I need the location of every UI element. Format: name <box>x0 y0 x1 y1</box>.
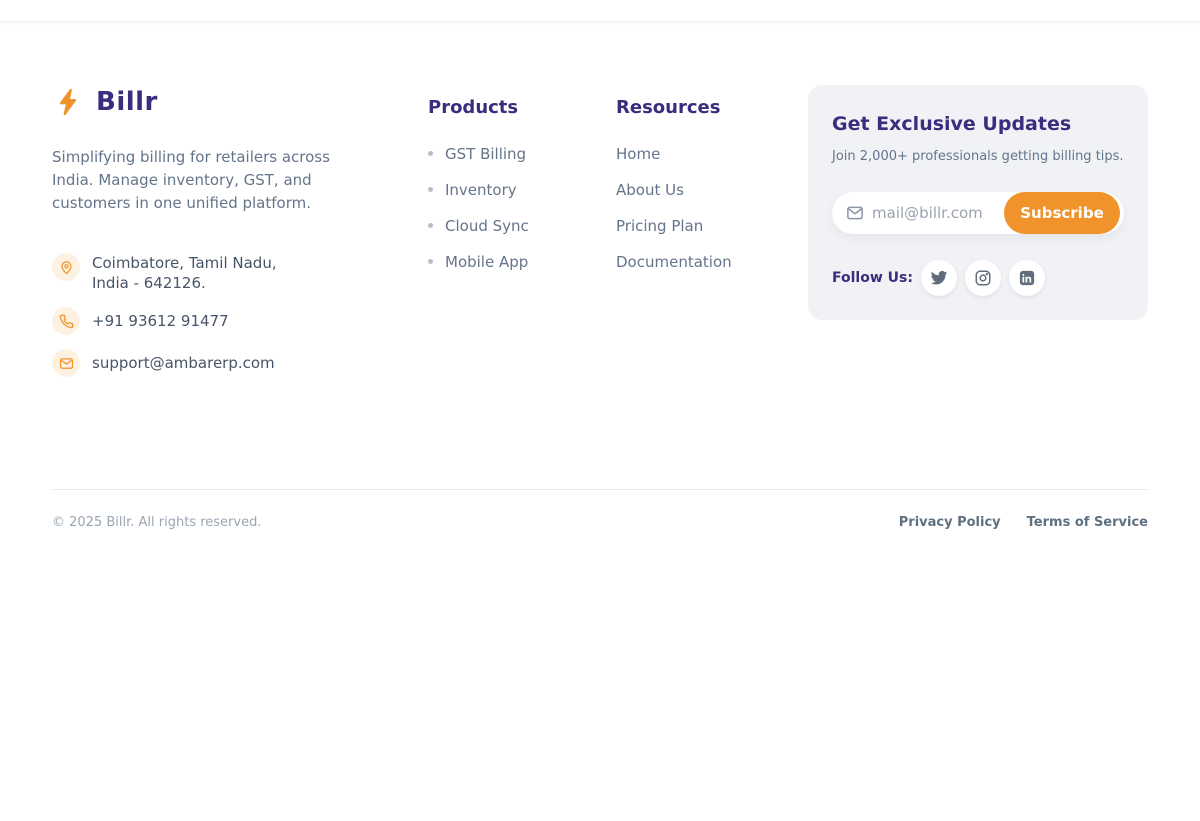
terms-of-service-link[interactable]: Terms of Service <box>1027 515 1148 530</box>
list-item: Inventory <box>428 182 578 197</box>
product-link-inventory[interactable]: Inventory <box>445 181 517 199</box>
newsletter-subtitle: Join 2,000+ professionals getting billin… <box>832 149 1124 164</box>
address-line-2: India - 642126. <box>92 274 206 292</box>
phone-icon <box>52 307 80 335</box>
privacy-policy-link[interactable]: Privacy Policy <box>899 515 1001 530</box>
instagram-icon[interactable] <box>965 260 1001 296</box>
resource-link-home[interactable]: Home <box>616 145 660 163</box>
products-list: GST Billing Inventory Cloud Sync Mobile … <box>428 146 578 269</box>
site-footer: Billr Simplifying billing for retailers … <box>0 21 1200 560</box>
contact-address: Coimbatore, Tamil Nadu, India - 642126. <box>52 253 392 293</box>
list-item: GST Billing <box>428 146 578 161</box>
list-item: About Us <box>616 182 766 197</box>
subscribe-form: Subscribe <box>832 192 1124 234</box>
contact-list: Coimbatore, Tamil Nadu, India - 642126. … <box>52 253 392 377</box>
linkedin-icon[interactable] <box>1009 260 1045 296</box>
footer-main: Billr Simplifying billing for retailers … <box>52 85 1148 377</box>
brand-logo[interactable]: Billr <box>52 85 392 119</box>
resources-list: Home About Us Pricing Plan Documentation <box>616 146 766 269</box>
legal-links: Privacy Policy Terms of Service <box>899 515 1148 530</box>
brand-column: Billr Simplifying billing for retailers … <box>52 85 392 377</box>
twitter-icon[interactable] <box>921 260 957 296</box>
bullet-icon <box>428 151 433 156</box>
mail-icon <box>52 349 80 377</box>
phone-text: +91 93612 91477 <box>92 311 229 331</box>
footer-bottom-bar: © 2025 Billr. All rights reserved. Priva… <box>52 490 1148 560</box>
email-input[interactable] <box>872 204 1022 222</box>
email-text: support@ambarerp.com <box>92 353 275 373</box>
bullet-icon <box>428 259 433 264</box>
resource-link-documentation[interactable]: Documentation <box>616 253 732 271</box>
subscribe-button[interactable]: Subscribe <box>1004 192 1120 234</box>
contact-phone[interactable]: +91 93612 91477 <box>52 307 392 335</box>
list-item: Pricing Plan <box>616 218 766 233</box>
address-text: Coimbatore, Tamil Nadu, India - 642126. <box>92 253 277 293</box>
mail-input-icon <box>846 204 864 222</box>
list-item: Cloud Sync <box>428 218 578 233</box>
list-item: Documentation <box>616 254 766 269</box>
bullet-icon <box>428 223 433 228</box>
brand-name: Billr <box>96 87 158 117</box>
product-link-gst-billing[interactable]: GST Billing <box>445 145 526 163</box>
footer-divider: © 2025 Billr. All rights reserved. Priva… <box>52 489 1148 560</box>
contact-email[interactable]: support@ambarerp.com <box>52 349 392 377</box>
brand-tagline: Simplifying billing for retailers across… <box>52 146 362 215</box>
resource-link-about-us[interactable]: About Us <box>616 181 684 199</box>
address-line-1: Coimbatore, Tamil Nadu, <box>92 254 277 272</box>
newsletter-title: Get Exclusive Updates <box>832 113 1124 135</box>
follow-us-label: Follow Us: <box>832 270 913 286</box>
products-title: Products <box>428 97 578 118</box>
location-pin-icon <box>52 253 80 281</box>
copyright-text: © 2025 Billr. All rights reserved. <box>52 515 261 530</box>
lightning-bolt-icon <box>52 85 86 119</box>
product-link-cloud-sync[interactable]: Cloud Sync <box>445 217 529 235</box>
list-item: Mobile App <box>428 254 578 269</box>
resource-link-pricing-plan[interactable]: Pricing Plan <box>616 217 703 235</box>
social-row: Follow Us: <box>832 260 1124 296</box>
list-item: Home <box>616 146 766 161</box>
bullet-icon <box>428 187 433 192</box>
resources-column: Resources Home About Us Pricing Plan Doc… <box>616 85 766 290</box>
resources-title: Resources <box>616 97 766 118</box>
newsletter-card: Get Exclusive Updates Join 2,000+ profes… <box>808 85 1148 320</box>
product-link-mobile-app[interactable]: Mobile App <box>445 253 528 271</box>
products-column: Products GST Billing Inventory Cloud Syn… <box>428 85 578 290</box>
